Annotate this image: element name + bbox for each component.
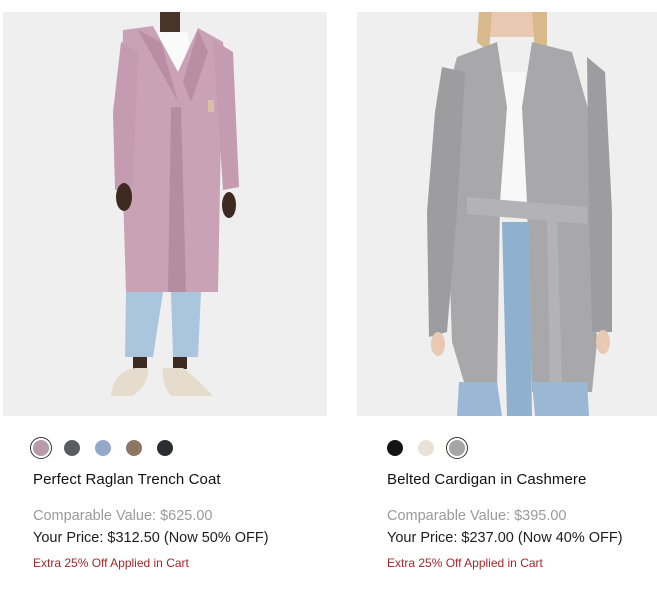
- product-title[interactable]: Belted Cardigan in Cashmere: [387, 471, 586, 488]
- product-card-cardigan[interactable]: [357, 12, 657, 416]
- your-price: Your Price: $312.50 (Now 50% OFF): [33, 530, 269, 546]
- product-image-trench-coat[interactable]: [3, 12, 327, 416]
- color-swatches-trench-coat: [30, 437, 188, 459]
- promo-text: Extra 25% Off Applied in Cart: [33, 556, 189, 570]
- swatch-blue[interactable]: [95, 440, 111, 456]
- comparable-value: Comparable Value: $625.00: [33, 508, 213, 524]
- swatch-black[interactable]: [387, 440, 403, 456]
- swatch-grey[interactable]: [446, 437, 468, 459]
- trench-coat-model-image: [111, 12, 239, 396]
- product-image-cardigan[interactable]: [357, 12, 657, 416]
- product-title[interactable]: Perfect Raglan Trench Coat: [33, 471, 221, 488]
- swatch-mauve[interactable]: [30, 437, 52, 459]
- swatch-navy[interactable]: [157, 440, 173, 456]
- product-card-trench-coat[interactable]: [3, 12, 327, 416]
- your-price: Your Price: $237.00 (Now 40% OFF): [387, 530, 623, 546]
- swatch-brown[interactable]: [126, 440, 142, 456]
- swatch-cream[interactable]: [418, 440, 434, 456]
- cardigan-model-image: [427, 12, 612, 416]
- swatch-charcoal[interactable]: [64, 440, 80, 456]
- comparable-value: Comparable Value: $395.00: [387, 508, 567, 524]
- promo-text: Extra 25% Off Applied in Cart: [387, 556, 543, 570]
- color-swatches-cardigan: [387, 437, 480, 459]
